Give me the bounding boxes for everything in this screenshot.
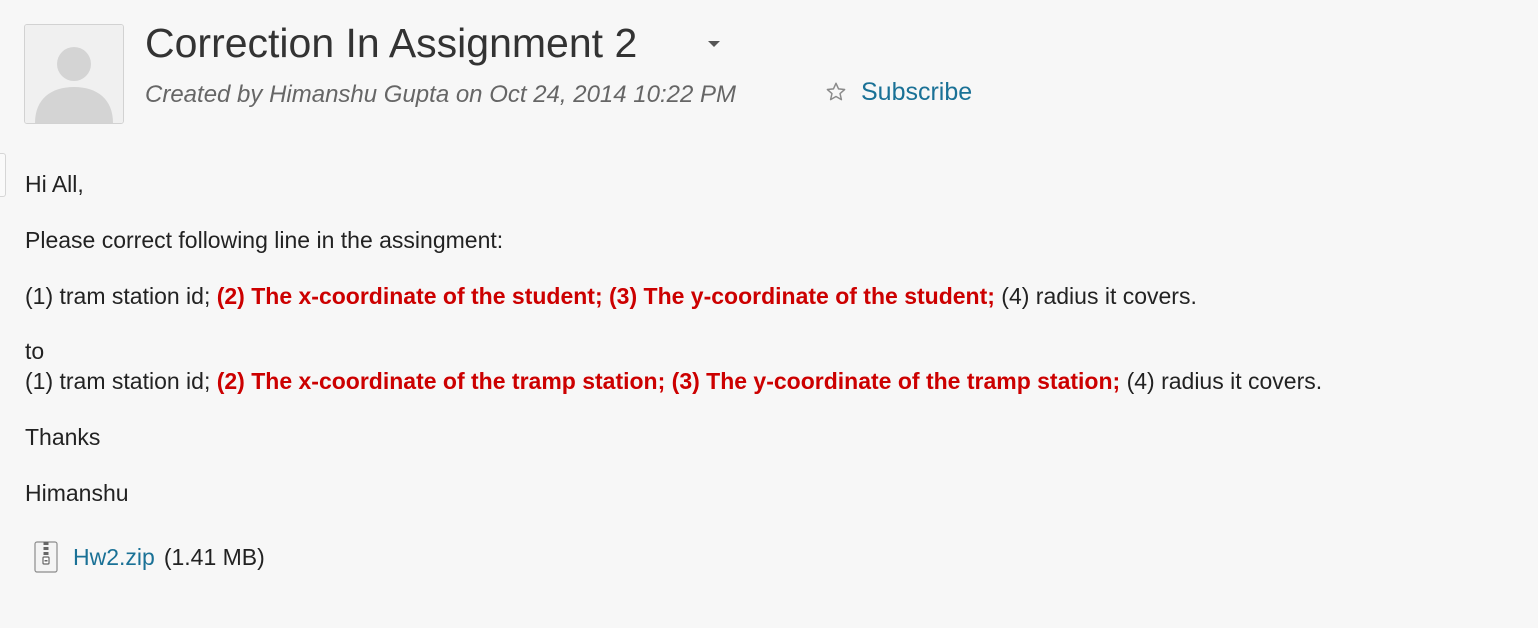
- corrected-line: (1) tram station id; (2) The x-coordinat…: [25, 366, 1322, 396]
- caret-down-icon[interactable]: [708, 41, 720, 47]
- star-outline-icon: [826, 82, 846, 101]
- original-line: (1) tram station id; (2) The x-coordinat…: [25, 281, 1197, 311]
- created-by-meta: Created by Himanshu Gupta on Oct 24, 201…: [145, 81, 737, 108]
- corrected-line-x-coordinate: (2) The x-coordinate of the tramp statio…: [216, 368, 672, 394]
- original-line-x-coordinate: (2) The x-coordinate of the student;: [216, 283, 610, 309]
- original-line-part1: (1) tram station id;: [25, 283, 217, 309]
- subscribe-label: Subscribe: [861, 77, 973, 106]
- content-side-marker: [0, 153, 6, 197]
- author-avatar[interactable]: [24, 24, 124, 124]
- corrected-line-part4: (4) radius it covers.: [1120, 368, 1323, 394]
- corrected-line-part1: (1) tram station id;: [25, 368, 217, 394]
- original-line-part4: (4) radius it covers.: [994, 283, 1197, 309]
- signature-text: Himanshu: [25, 480, 129, 506]
- page-title: Correction In Assignment 2: [145, 20, 638, 66]
- attachment-size: (1.41 MB): [163, 543, 265, 570]
- intro-text: Please correct following line in the ass…: [25, 227, 504, 253]
- subscribe-button[interactable]: Subscribe: [825, 76, 972, 108]
- greeting-text: Hi All,: [25, 171, 84, 197]
- attachment-link[interactable]: Hw2.zip: [73, 544, 155, 571]
- corrected-line-y-coordinate: (3) The y-coordinate of the tramp statio…: [671, 368, 1121, 394]
- thanks-text: Thanks: [25, 424, 101, 450]
- attachment: Hw2.zip (1.41 MB): [34, 540, 265, 574]
- to-label: to: [25, 338, 45, 364]
- default-user-avatar-icon: [25, 25, 123, 123]
- zip-file-icon: [34, 541, 58, 573]
- original-line-y-coordinate: (3) The y-coordinate of the student;: [609, 283, 995, 309]
